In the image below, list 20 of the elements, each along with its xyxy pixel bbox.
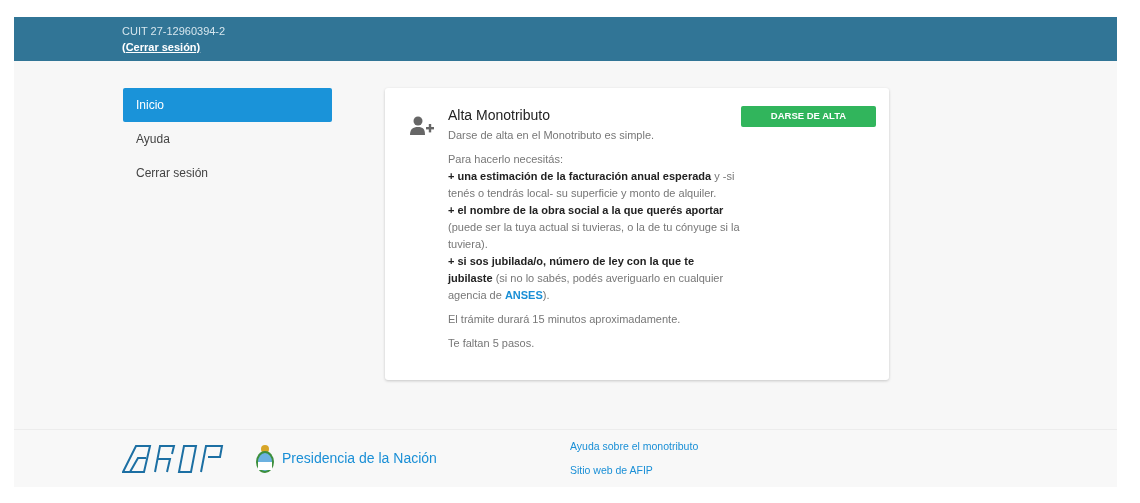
sidebar-item[interactable]: Inicio bbox=[123, 88, 332, 122]
logout-link[interactable]: (Cerrar sesión) bbox=[122, 40, 201, 54]
footer-link[interactable]: Ayuda sobre el monotributo bbox=[570, 438, 699, 455]
cuit-text: CUIT 27-12960394-2 bbox=[122, 24, 227, 38]
register-button[interactable]: DARSE DE ALTA bbox=[741, 106, 876, 127]
steps-text: Te faltan 5 pasos. bbox=[448, 336, 536, 351]
presidency-text: Presidencia de la Nación bbox=[282, 449, 438, 468]
add-user-icon bbox=[410, 116, 434, 136]
card-subtitle: Darse de alta en el Monotributo es simple. bbox=[448, 128, 656, 143]
footer-link[interactable]: Sitio web de AFIP bbox=[570, 462, 699, 479]
requirement-text: + si sos jubilada/o, número de ley con la que te jubilaste (si no lo sabés, podés averiguarlo en cualquier agencia de ANSES). bbox=[448, 254, 725, 303]
anses-link[interactable]: ANSES bbox=[504, 289, 543, 301]
requirements-intro: Para hacerlo necesitás: bbox=[448, 152, 564, 167]
sidebar-item[interactable]: Ayuda bbox=[123, 122, 332, 156]
card-title: Alta Monotributo bbox=[448, 106, 551, 124]
requirement-text: + el nombre de la obra social a la que querés aportar (puede ser la tuya actual si tuvieras, o la de tu cónyuge si la tuviera). bbox=[448, 203, 740, 252]
sidebar-item[interactable]: Cerrar sesión bbox=[123, 156, 332, 190]
coat-of-arms-icon bbox=[254, 442, 276, 475]
requirement-text: + una estimación de la facturación anual esperada y -si tenés o tendrás local- su superficie y monto de alquiler. bbox=[448, 169, 736, 201]
duration-text: El trámite durará 15 minutos aproximadamente. bbox=[448, 312, 682, 327]
